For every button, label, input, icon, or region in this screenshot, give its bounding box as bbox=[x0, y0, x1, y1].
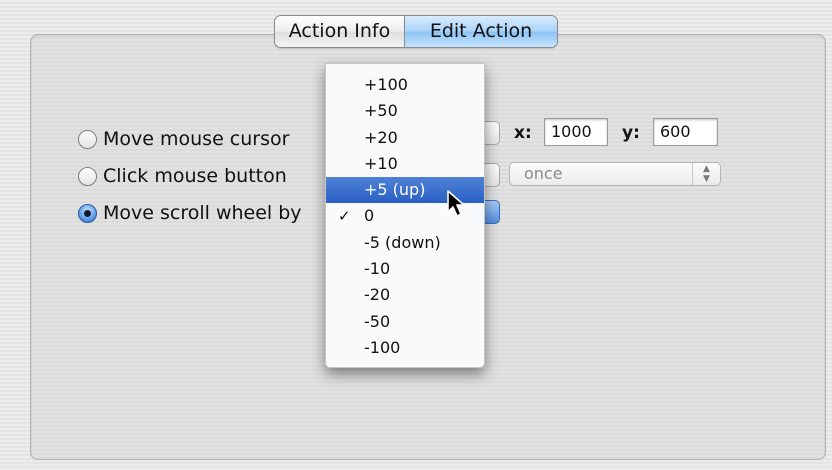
menu-item[interactable]: +100 bbox=[326, 72, 484, 98]
menu-item[interactable]: -20 bbox=[326, 282, 484, 308]
option-label: Click mouse button bbox=[103, 165, 287, 187]
menu-item-label: -100 bbox=[364, 337, 401, 357]
radio-selected-dot bbox=[84, 209, 91, 217]
y-field[interactable]: 600 bbox=[653, 118, 718, 146]
radio-click-mouse-button[interactable] bbox=[78, 166, 97, 186]
tab-bar: Action Info Edit Action bbox=[274, 15, 558, 48]
radio-move-mouse-cursor[interactable] bbox=[78, 129, 97, 149]
menu-item[interactable]: -50 bbox=[326, 309, 484, 335]
stepper-arrows-icon: ▲ ▼ bbox=[692, 163, 720, 185]
menu-item-label: -5 (down) bbox=[364, 232, 441, 252]
menu-item-label: +10 bbox=[364, 153, 398, 173]
menu-item[interactable]: +50 bbox=[326, 98, 484, 124]
x-field[interactable]: 1000 bbox=[544, 118, 608, 146]
option-label: Move scroll wheel by bbox=[103, 202, 302, 224]
menu-item-label: 0 bbox=[364, 206, 375, 226]
radio-move-scroll-wheel[interactable] bbox=[78, 203, 97, 223]
option-move-scroll-wheel[interactable]: Move scroll wheel by bbox=[78, 201, 302, 225]
menu-item-label: +20 bbox=[364, 127, 398, 147]
menu-item-label: -50 bbox=[364, 311, 391, 331]
menu-item[interactable]: +10 bbox=[326, 151, 484, 177]
tab-action-info[interactable]: Action Info bbox=[275, 16, 405, 47]
menu-item-label: +5 (up) bbox=[364, 180, 426, 200]
click-count-popup[interactable]: once ▲ ▼ bbox=[509, 162, 721, 186]
y-label: y: bbox=[622, 123, 640, 143]
checkmark-icon: ✓ bbox=[338, 207, 351, 226]
menu-item[interactable]: +20 bbox=[326, 125, 484, 151]
x-label: x: bbox=[514, 123, 532, 143]
menu-item-label: -10 bbox=[364, 259, 391, 279]
mouse-pointer-icon bbox=[447, 190, 465, 217]
option-label: Move mouse cursor bbox=[103, 128, 290, 150]
click-count-value: once bbox=[524, 164, 563, 183]
option-move-mouse-cursor[interactable]: Move mouse cursor bbox=[78, 127, 289, 151]
menu-item[interactable]: -5 (down) bbox=[326, 230, 484, 256]
option-click-mouse-button[interactable]: Click mouse button bbox=[78, 164, 287, 188]
menu-item[interactable]: -100 bbox=[326, 335, 484, 361]
menu-item-label: +50 bbox=[364, 101, 398, 121]
menu-item-label: -20 bbox=[364, 285, 391, 305]
tab-edit-action[interactable]: Edit Action bbox=[405, 16, 557, 47]
menu-item[interactable]: -10 bbox=[326, 256, 484, 282]
menu-item-label: +100 bbox=[364, 75, 408, 94]
